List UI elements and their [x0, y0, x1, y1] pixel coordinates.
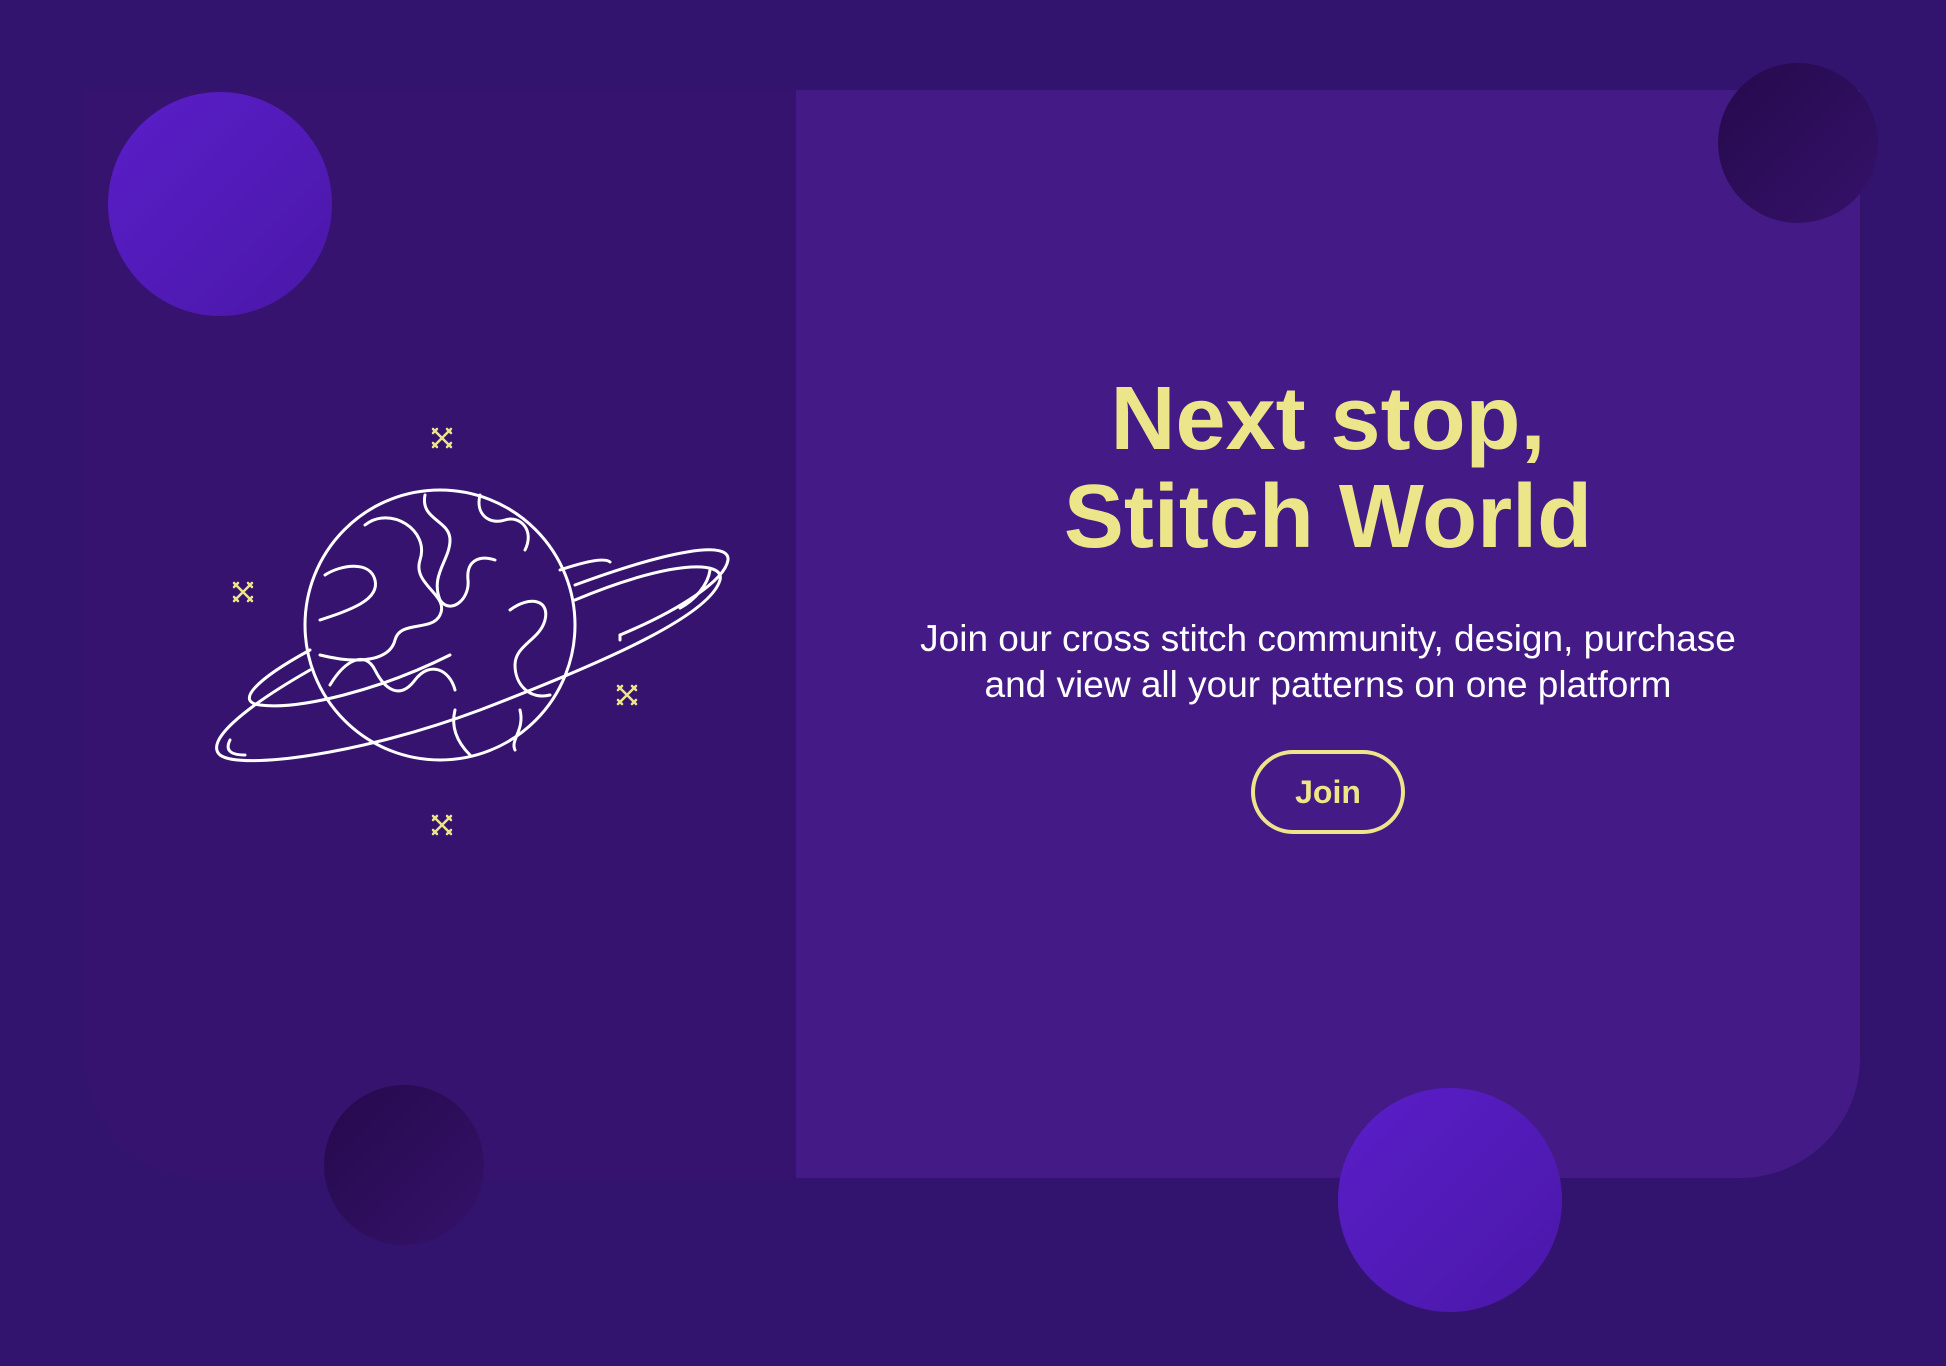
sparkle-icon-right [616, 684, 638, 706]
planet-illustration [150, 410, 740, 840]
sparkle-icon-left [232, 581, 254, 603]
planet-body [303, 488, 577, 762]
decorative-bubble-bottom-left [324, 1085, 484, 1245]
subtitle-line-2: and view all your patterns on one platfo… [984, 664, 1672, 705]
decorative-bubble-top-right [1718, 63, 1878, 223]
decorative-bubble-bottom-center [1338, 1088, 1562, 1312]
headline-line-2: Stitch World [1063, 467, 1593, 567]
join-button[interactable]: Join [1251, 750, 1405, 834]
hero-subtitle: Join our cross stitch community, design,… [878, 616, 1778, 708]
planet-with-ring-icon [215, 427, 730, 836]
decorative-bubble-top-left [108, 92, 332, 316]
hero-content: Next stop, Stitch World Join our cross s… [796, 370, 1860, 834]
sparkle-icon-bottom [431, 814, 453, 836]
sparkle-icon-top [431, 427, 453, 449]
subtitle-line-1: Join our cross stitch community, design,… [920, 618, 1736, 659]
headline-line-1: Next stop, [1110, 369, 1546, 469]
hero-headline: Next stop, Stitch World [796, 370, 1860, 566]
page-background: Next stop, Stitch World Join our cross s… [0, 0, 1946, 1366]
planet-ring [215, 565, 722, 763]
